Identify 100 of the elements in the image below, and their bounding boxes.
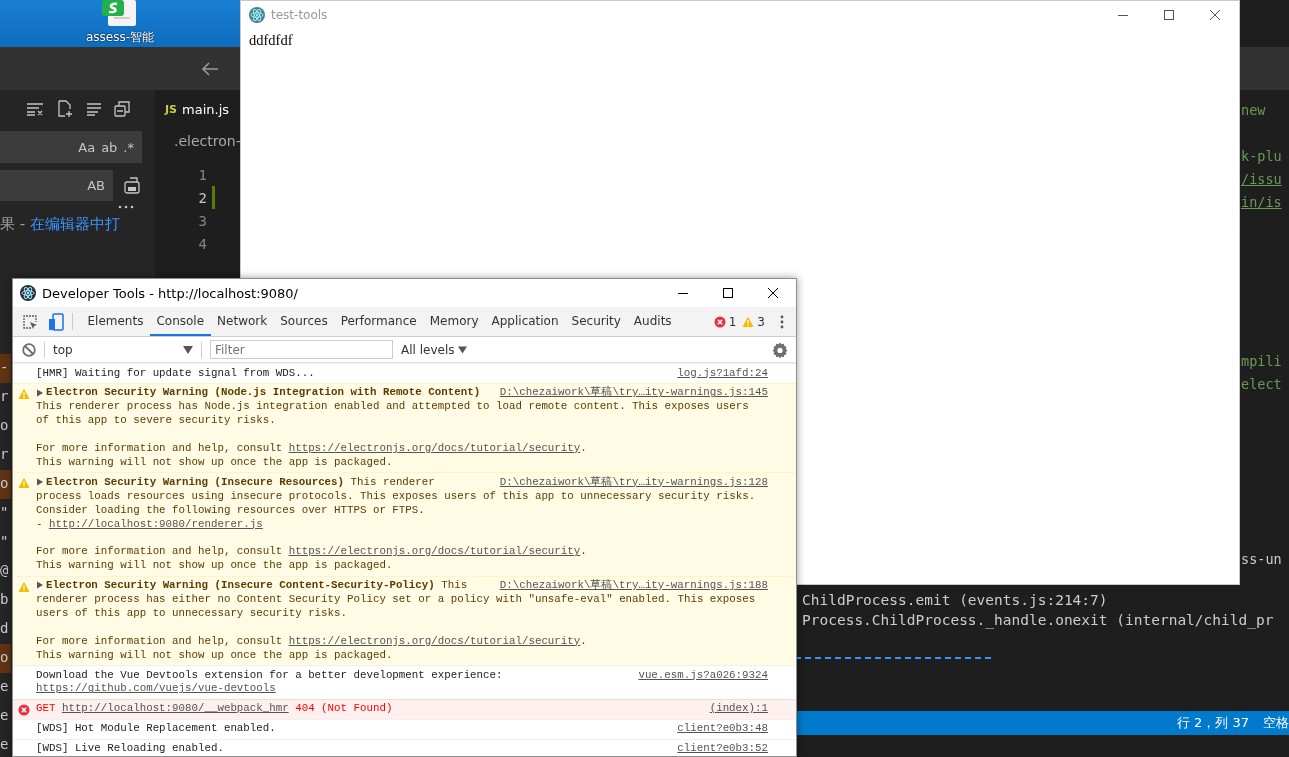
dropdown-arrow-icon (458, 345, 468, 354)
editor-tab[interactable]: JS main.js (155, 90, 240, 128)
output-text: in/is (1241, 194, 1282, 210)
result-hint: 果 - 在编辑器中打 (0, 215, 121, 234)
message-text: GET http://localhost:9080/__webpack_hmr 404 (Not Found) (36, 702, 393, 717)
message-text: [HMR] Waiting for update signal from WDS... (36, 366, 315, 381)
source-link[interactable]: (index):1 (709, 702, 768, 717)
expand-triangle-icon[interactable] (36, 477, 44, 486)
message-text: For more information and help, consult https://electronjs.org/docs/tutorial/security. (36, 545, 588, 560)
message-text: This renderer process has Node.js integration enabled and attempted to load remote content. This exposes users (36, 400, 750, 415)
search-option-toggle[interactable]: ab (101, 140, 118, 154)
message-text: This warning will not show up once the app is packaged. (36, 648, 394, 663)
link[interactable]: https://github.com/vuejs/vue-devtools (36, 682, 276, 695)
source-link[interactable]: D:\chezaiwork\草稿\try…ity-warnings.js:188 (499, 579, 768, 594)
output-text: mpili (1241, 353, 1282, 369)
output-text: elect (1241, 376, 1282, 392)
message-text: renderer process has either no Content Security Policy set or a policy with "unsafe-eval" enabled. This exposes (36, 593, 757, 607)
tab[interactable]: Performance (334, 307, 424, 336)
tab[interactable]: Elements (81, 307, 150, 336)
device-toggle-icon[interactable] (48, 312, 64, 331)
warning-icon (742, 315, 755, 328)
preserve-case-toggle[interactable]: AB (87, 179, 105, 192)
replace-field[interactable]: AB (0, 170, 113, 201)
expand-triangle-icon[interactable] (36, 581, 44, 590)
message-text: [WDS] Hot Module Replacement enabled. (36, 722, 276, 737)
lines-icon[interactable] (86, 102, 102, 116)
window-title: Developer Tools - http://localhost:9080/ (42, 285, 299, 301)
clear-results-icon[interactable] (26, 101, 44, 117)
expand-triangle-icon[interactable] (36, 388, 44, 397)
search-option-toggle[interactable]: Aa (78, 140, 96, 154)
source-link[interactable]: client?e0b3:52 (677, 742, 768, 756)
link[interactable]: https://electronjs.org/docs/tutorial/security (288, 545, 581, 558)
filter-field[interactable]: Filter (210, 340, 393, 359)
source-link[interactable]: log.js?1afd:24 (677, 366, 768, 381)
maximize-icon[interactable] (722, 287, 734, 299)
message-text: users of this app to unnecessary security risks. (36, 606, 348, 621)
icon-label[interactable]: assess-智能 (85, 29, 155, 46)
collapse-all-icon[interactable] (114, 101, 130, 117)
code-fragment: e (0, 677, 10, 696)
search-option-toggle[interactable]: .* (123, 140, 134, 154)
dropdown-arrow-icon (183, 345, 193, 354)
tab[interactable]: Console (149, 307, 211, 336)
code-fragment: e (0, 735, 10, 754)
indentation-status[interactable]: 空格 (1263, 714, 1289, 732)
search-field[interactable]: Aa ab .* (0, 131, 142, 163)
link[interactable]: http://localhost:9080/renderer.js (48, 517, 263, 530)
settings-icon[interactable] (772, 341, 788, 358)
message-text: process loads resources using insecure protocols. This exposes users of this app to unnecessary security risks. (36, 489, 757, 504)
link[interactable]: 在编辑器中打 (29, 215, 120, 233)
file-type-label: JS (165, 102, 177, 116)
message-text: This warning will not show up once the app is packaged. (36, 455, 394, 470)
tab[interactable]: Audits (627, 307, 679, 336)
close-icon[interactable] (1209, 9, 1221, 21)
warning-icon (18, 477, 30, 490)
more-icon[interactable] (118, 205, 134, 209)
code-fragment: o (0, 416, 10, 435)
tab[interactable]: Security (565, 307, 628, 336)
link[interactable]: http://localhost:9080/__webpack_hmr (61, 702, 289, 715)
link[interactable]: https://electronjs.org/docs/tutorial/security (288, 442, 581, 454)
output-text: ss-un (1241, 551, 1282, 567)
app-icon[interactable] (102, 0, 138, 26)
code-fragment: d (0, 619, 10, 638)
maximize-icon[interactable] (1163, 9, 1175, 21)
code-fragment: r (0, 387, 10, 406)
source-link[interactable]: client?e0b3:48 (677, 722, 768, 737)
warning-icon (18, 387, 30, 400)
message-text: This warning will not show up once the app is packaged. (36, 559, 394, 574)
breadcrumb[interactable]: .electron- (155, 128, 240, 158)
cursor-position[interactable]: 行 2，列 37 (1176, 714, 1249, 732)
replace-all-icon[interactable] (123, 176, 141, 195)
link[interactable]: https://electronjs.org/docs/tutorial/security (288, 634, 581, 647)
source-link[interactable]: D:\chezaiwork\草稿\try…ity-warnings.js:145 (499, 386, 768, 401)
error-count[interactable]: 1 (728, 314, 737, 329)
tab[interactable]: Application (485, 307, 566, 336)
tab[interactable]: Memory (423, 307, 485, 336)
code-fragment: o (0, 644, 11, 673)
back-arrow-icon[interactable] (201, 60, 219, 77)
terminal-line: ChildProcess.emit (events.js:214:7) (802, 591, 1109, 610)
levels-dropdown[interactable]: All levels (401, 342, 468, 357)
close-icon[interactable] (767, 287, 779, 299)
warning-icon (18, 580, 30, 593)
code-fragment: o (0, 470, 11, 499)
more-icon[interactable] (780, 314, 784, 329)
clear-console-icon[interactable] (22, 342, 36, 357)
source-link[interactable]: vue.esm.js?a026:9324 (638, 668, 768, 683)
tab[interactable]: Sources (273, 307, 335, 336)
context-dropdown[interactable]: top (53, 342, 193, 357)
code-fragment: - (0, 354, 11, 383)
source-link[interactable]: D:\chezaiwork\草稿\try…ity-warnings.js:128 (499, 475, 768, 490)
error-icon (18, 703, 30, 716)
line-number: 4 (197, 235, 207, 252)
tab[interactable]: Network (210, 307, 274, 336)
page-text: ddfdfdf (248, 31, 294, 50)
code-fragment: b (0, 590, 10, 609)
message-text: Electron Security Warning (Insecure Content-Security-Policy) This (46, 579, 468, 592)
warning-count[interactable]: 3 (757, 314, 765, 329)
new-file-icon[interactable] (56, 100, 74, 118)
output-text: /issu (1241, 171, 1282, 187)
inspect-icon[interactable] (22, 313, 38, 330)
message-text: For more information and help, consult https://electronjs.org/docs/tutorial/security. (36, 634, 588, 649)
